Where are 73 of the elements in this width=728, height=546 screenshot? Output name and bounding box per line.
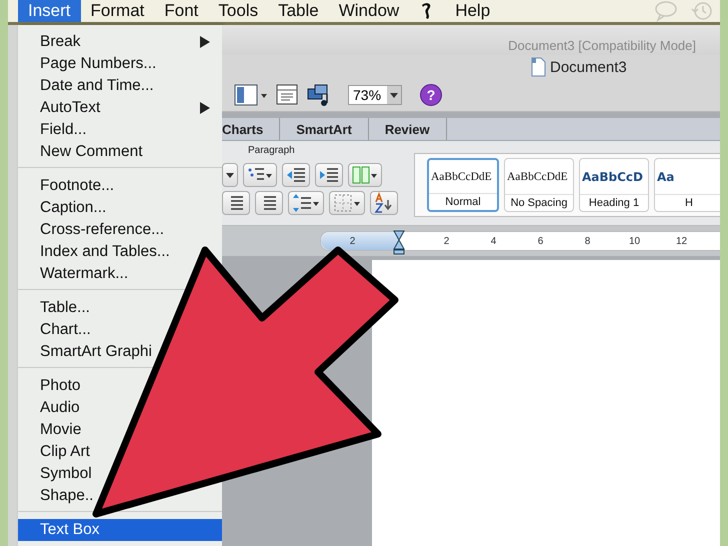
menu-title[interactable]: Insert bbox=[18, 0, 81, 22]
increase-indent-button[interactable] bbox=[315, 163, 343, 187]
style-option[interactable]: AaBbCcDdE Normal bbox=[427, 158, 499, 212]
menu-item[interactable]: Index and Tables... bbox=[18, 241, 178, 263]
menu-item[interactable]: Photo bbox=[18, 375, 89, 397]
style-name: H bbox=[655, 194, 720, 211]
ribbon-tab[interactable]: SmartArt bbox=[280, 118, 369, 140]
menu-item[interactable]: Shape.. bbox=[18, 485, 102, 507]
menu-item[interactable]: Field... bbox=[18, 119, 95, 141]
sort-button[interactable] bbox=[370, 191, 398, 215]
menu-item[interactable]: Clip Art bbox=[18, 441, 98, 463]
menu-item[interactable]: AutoText bbox=[18, 97, 222, 119]
menu-title[interactable]: Tools bbox=[208, 0, 268, 22]
media-icon[interactable] bbox=[306, 83, 330, 107]
menu-item[interactable]: Break bbox=[18, 31, 222, 53]
menu-item[interactable]: Cross-reference... bbox=[18, 219, 172, 241]
borders-icon bbox=[332, 192, 362, 214]
style-name: Normal bbox=[429, 193, 497, 210]
ribbon-tab[interactable]: Review bbox=[368, 118, 447, 140]
menu-item[interactable]: Audio bbox=[18, 397, 88, 419]
menu-item[interactable]: Footnote... bbox=[18, 175, 122, 197]
ruler-number: 4 bbox=[490, 236, 498, 246]
menu-title[interactable]: Help bbox=[445, 0, 500, 22]
menu-item[interactable]: Caption... bbox=[18, 197, 114, 219]
ruler-number: 2 bbox=[442, 236, 450, 246]
menu-item[interactable]: SmartArt Graphi bbox=[18, 341, 160, 363]
justify-button[interactable] bbox=[255, 191, 283, 215]
ribbon-tab[interactable]: Charts bbox=[222, 118, 280, 140]
group-label: Paragraph bbox=[247, 145, 296, 158]
ruler-number: 2 bbox=[348, 236, 356, 246]
layout-icon[interactable] bbox=[234, 83, 268, 107]
style-name: Heading 1 bbox=[580, 194, 648, 211]
menu-item[interactable]: Symbol bbox=[18, 463, 100, 485]
menu-title[interactable]: Font bbox=[154, 0, 208, 22]
style-preview: AaBbCcDdE bbox=[430, 170, 493, 184]
menu-item[interactable]: Watermark... bbox=[18, 263, 136, 285]
line-spacing-icon bbox=[291, 192, 321, 214]
line-spacing-button[interactable] bbox=[288, 191, 324, 215]
dropdown-button[interactable] bbox=[222, 163, 238, 187]
menu-item[interactable]: Movie bbox=[18, 419, 90, 441]
numbered-list-button[interactable] bbox=[243, 163, 277, 187]
help-button[interactable]: ? bbox=[420, 84, 442, 106]
menu-title[interactable]: Table bbox=[268, 0, 329, 22]
style-option[interactable]: AaBbCcD Heading 1 bbox=[579, 158, 649, 212]
menu-item[interactable]: Chart... bbox=[18, 319, 99, 341]
style-option[interactable]: AaBbCcDdE No Spacing bbox=[504, 158, 574, 212]
menu-title[interactable]: Format bbox=[80, 0, 154, 22]
style-option[interactable]: Aa H bbox=[654, 158, 720, 212]
ruler-number: 12 bbox=[674, 236, 688, 246]
caret-icon bbox=[390, 92, 398, 98]
background-window-title: Document3 [Compatibility Mode] bbox=[508, 38, 696, 55]
menu-item[interactable]: Text Box bbox=[18, 519, 222, 541]
align-button[interactable] bbox=[222, 191, 250, 215]
page-view-icon[interactable] bbox=[276, 83, 298, 107]
style-preview: AaBbCcD bbox=[581, 168, 644, 186]
style-name: No Spacing bbox=[505, 194, 573, 211]
ruler-number: 8 bbox=[584, 236, 592, 246]
window-title: Document3 bbox=[550, 58, 627, 76]
menu-item[interactable]: Table... bbox=[18, 297, 98, 319]
style-preview: AaBbCcDdE bbox=[506, 170, 569, 184]
indent-marker-icon[interactable] bbox=[393, 230, 405, 255]
document-icon bbox=[530, 57, 546, 77]
decrease-indent-button[interactable] bbox=[282, 163, 310, 187]
columns-icon bbox=[351, 164, 379, 186]
ruler-number: 6 bbox=[536, 236, 544, 246]
zoom-field[interactable]: 73% bbox=[348, 85, 402, 105]
caret-icon bbox=[226, 172, 234, 178]
style-preview: Aa bbox=[656, 168, 676, 186]
menu-item[interactable]: Page Numbers... bbox=[18, 53, 164, 75]
menu-item[interactable]: New Comment bbox=[18, 141, 150, 163]
menu-item[interactable]: Date and Time... bbox=[18, 75, 162, 97]
menu-title[interactable]: Window bbox=[328, 0, 410, 22]
ruler-number: 10 bbox=[628, 236, 642, 246]
